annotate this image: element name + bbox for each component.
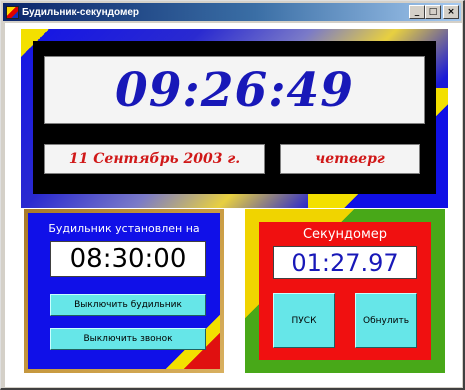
app-icon[interactable] (6, 5, 19, 19)
clock-frame: 09:26:49 11 Сентябрь 2003 г. четверг (33, 41, 436, 194)
current-time-display: 09:26:49 (44, 56, 425, 124)
close-button[interactable]: × (443, 5, 459, 19)
minimize-button[interactable]: _ (409, 5, 425, 19)
client-area: 09:26:49 11 Сентябрь 2003 г. четверг Буд… (5, 23, 462, 387)
stopwatch-time-display: 01:27.97 (273, 246, 417, 279)
alarm-panel-inner: Будильник установлен на 08:30:00 Выключи… (28, 213, 220, 369)
weekday-display: четверг (280, 144, 420, 174)
disable-ring-button[interactable]: Выключить звонок (50, 328, 206, 350)
maximize-button[interactable]: □ (425, 5, 441, 19)
stopwatch-caption: Секундомер (302, 227, 388, 242)
stopwatch-panel-inner: Секундомер 01:27.97 ПУСК Обнулить (259, 222, 431, 360)
window-title: Будильник-секундомер (22, 6, 140, 18)
app-window: Будильник-секундомер _ □ × 09:26:49 11 С… (0, 0, 465, 390)
start-button[interactable]: ПУСК (273, 293, 335, 348)
alarm-time-display[interactable]: 08:30:00 (50, 241, 206, 277)
clock-panel: 09:26:49 11 Сентябрь 2003 г. четверг (21, 29, 448, 208)
window-controls: _ □ × (409, 5, 459, 19)
stopwatch-panel: Секундомер 01:27.97 ПУСК Обнулить (245, 209, 445, 373)
disable-alarm-button[interactable]: Выключить будильник (50, 294, 206, 316)
alarm-caption: Будильник установлен на (48, 222, 200, 235)
current-date-display: 11 Сентябрь 2003 г. (44, 144, 265, 174)
alarm-panel: Будильник установлен на 08:30:00 Выключи… (24, 209, 224, 373)
reset-button[interactable]: Обнулить (355, 293, 417, 348)
title-bar[interactable]: Будильник-секундомер _ □ × (3, 3, 461, 21)
